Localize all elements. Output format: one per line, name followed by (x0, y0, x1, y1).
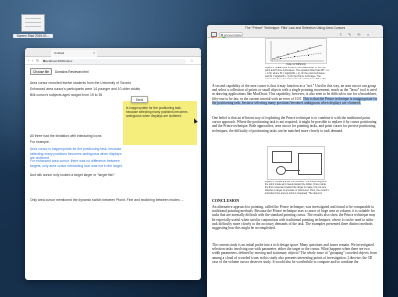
paper-paragraph: One belief is that an efficient way of e… (212, 116, 377, 133)
info-icon (42, 59, 45, 63)
summary-line: Enhanced area cursor's participants were… (30, 87, 140, 91)
figure-scatter-plot (265, 38, 327, 64)
popup-text: Is inappropriate for the positioning tas… (126, 106, 188, 119)
file-name: Domains Reviewer.html (54, 69, 89, 74)
diagram-path (286, 170, 300, 171)
file-thumbnail (21, 14, 45, 32)
summary-line: And silk cursor only looked a target lar… (30, 173, 115, 177)
diagram-target (298, 153, 322, 175)
browser-tab[interactable]: Untitled × (51, 50, 97, 57)
diagram-folder (272, 151, 292, 163)
search-icon (221, 33, 224, 36)
url-text: localhost:3000/index (45, 58, 73, 63)
url-input[interactable]: localhost:3000/index (41, 58, 186, 64)
share-icon[interactable]: ⇪ (339, 32, 342, 38)
pdf-titlebar: The "Prince" Technique: Fitts' Law and S… (207, 25, 383, 41)
summary-line: Area cursor recruited twelve students fr… (30, 81, 132, 85)
figure-caption: Figure 4: Scatter plot of the MT-ID rela… (265, 67, 329, 79)
figure-caption: Figure 8: Showing a file from a folder. … (265, 181, 329, 194)
highlighted-link[interactable]: For enhanced area cursor, there was no d… (30, 159, 126, 168)
bookmark-star-icon[interactable]: ☆ (190, 58, 194, 64)
sidebar-toggle-icon[interactable] (211, 32, 217, 37)
browser-window: Untitled × ‹ › ↻ localhost:3000/index ☆ … (25, 48, 201, 280)
file-input[interactable]: Choose file Domains Reviewer.html (30, 68, 196, 75)
paper-paragraph: The current study is an initial probe in… (212, 243, 377, 264)
search-input[interactable]: ancestr.fastis (219, 32, 243, 37)
pdf-toolbar: ancestr.fastis ⇪ ✎ ⟲ ⌕ (207, 31, 383, 38)
summary-line: Only area cursor mentioned the dynamic s… (30, 198, 185, 202)
paper-paragraph: A second capability of the area cursor i… (212, 84, 378, 114)
paper-paragraph: An alternative approach to pointing, cal… (212, 205, 376, 231)
send-button[interactable]: Send (131, 96, 148, 103)
browser-titlebar: Untitled × (25, 48, 201, 64)
figure-diagram (267, 146, 325, 180)
scatter-plot-graphic (270, 41, 324, 62)
address-bar: ‹ › ↻ localhost:3000/index ☆ (25, 57, 201, 65)
diagram-cursor (276, 166, 286, 175)
pdf-page: Index of Difficulty Figure 4: Scatter pl… (207, 38, 383, 297)
search-toolbar-icon[interactable]: ⌕ (367, 32, 369, 38)
back-icon[interactable]: ‹ (28, 58, 29, 64)
reload-icon[interactable]: ↻ (36, 58, 39, 64)
desktop-file-label: Screen Shot 2019-01... (13, 34, 53, 38)
section-heading: CONCLUSION (212, 198, 240, 203)
tab-title: Untitled (54, 51, 65, 55)
rotate-icon[interactable]: ⟲ (357, 32, 360, 38)
pdf-viewer-window: The "Prince" Technique: Fitts' Law and S… (207, 25, 383, 297)
close-tab-icon[interactable]: × (93, 50, 95, 57)
markup-icon[interactable]: ✎ (348, 32, 351, 38)
choose-file-button[interactable]: Choose file (30, 68, 52, 75)
search-text: ancestr.fastis (224, 33, 242, 37)
forward-icon[interactable]: › (32, 58, 33, 64)
desktop-file-icon[interactable]: Screen Shot 2019-01... (13, 14, 53, 38)
summary-line: Bilk cursor's subjects ages ranged from … (30, 93, 103, 97)
